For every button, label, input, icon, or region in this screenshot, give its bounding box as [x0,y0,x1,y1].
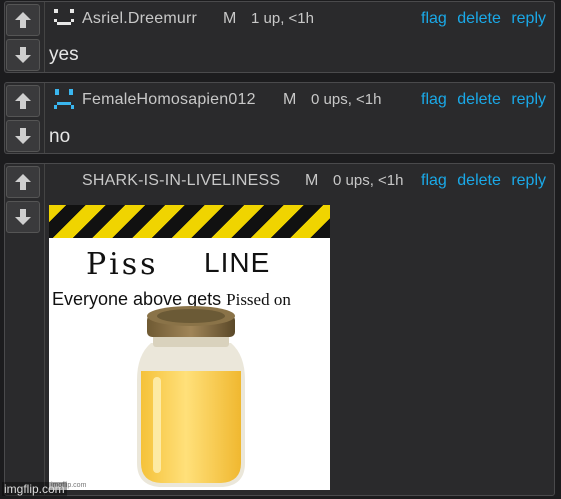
comment-header: FemaleHomosapien012 M 0 ups, <1h flag de… [49,83,554,115]
upvote-button[interactable] [6,4,40,36]
imgflip-watermark: imgflip.com [2,482,67,496]
username[interactable]: FemaleHomosapien012 [82,91,256,109]
comment-text: no [49,126,71,147]
jar-icon [137,306,245,487]
happy-face-icon[interactable] [51,5,77,31]
divider [44,2,45,72]
arrow-down-icon [15,47,31,63]
comment-3: SHARK-IS-IN-LIVELINESS M 0 ups, <1h flag… [4,163,555,496]
flag-link[interactable]: flag [421,172,447,189]
comment-header: Asriel.Dreemurr M 1 up, <1h flag delete … [49,2,554,34]
meme-image[interactable]: Piss LINE Everyone above gets Pissed on [49,205,330,490]
upvote-button[interactable] [6,85,40,117]
username[interactable]: SHARK-IS-IN-LIVELINESS [82,172,280,190]
flag-link[interactable]: flag [421,10,447,27]
hazard-stripe-banner [49,205,330,238]
sad-face-icon[interactable] [51,86,77,112]
reply-link[interactable]: reply [511,172,546,189]
comment-actions: flag delete reply [415,91,546,109]
gender-badge: M [305,172,319,189]
reply-link[interactable]: reply [511,91,546,108]
comment-2: FemaleHomosapien012 M 0 ups, <1h flag de… [4,82,555,154]
comment-meta: 0 ups, <1h [333,172,404,189]
divider [44,164,45,495]
delete-link[interactable]: delete [457,91,501,108]
meme-word-line: LINE [204,247,271,278]
comment-1: Asriel.Dreemurr M 1 up, <1h flag delete … [4,1,555,73]
comment-header: SHARK-IS-IN-LIVELINESS M 0 ups, <1h flag… [49,164,554,196]
downvote-button[interactable] [6,39,40,71]
flag-link[interactable]: flag [421,91,447,108]
username[interactable]: Asriel.Dreemurr [82,10,197,28]
downvote-button[interactable] [6,120,40,152]
gender-badge: M [283,91,297,108]
gender-badge: M [223,10,237,27]
comment-meta: 0 ups, <1h [311,91,382,108]
downvote-button[interactable] [6,201,40,233]
arrow-up-icon [15,12,31,28]
arrow-up-icon [15,174,31,190]
delete-link[interactable]: delete [457,10,501,27]
comment-actions: flag delete reply [415,172,546,190]
divider [44,83,45,153]
reply-link[interactable]: reply [511,10,546,27]
upvote-button[interactable] [6,166,40,198]
arrow-up-icon [15,93,31,109]
comment-meta: 1 up, <1h [251,10,314,27]
arrow-down-icon [15,128,31,144]
comment-text: yes [49,44,79,65]
comment-actions: flag delete reply [415,10,546,28]
meme-word-piss: Piss [86,247,159,282]
delete-link[interactable]: delete [457,172,501,189]
arrow-down-icon [15,209,31,225]
